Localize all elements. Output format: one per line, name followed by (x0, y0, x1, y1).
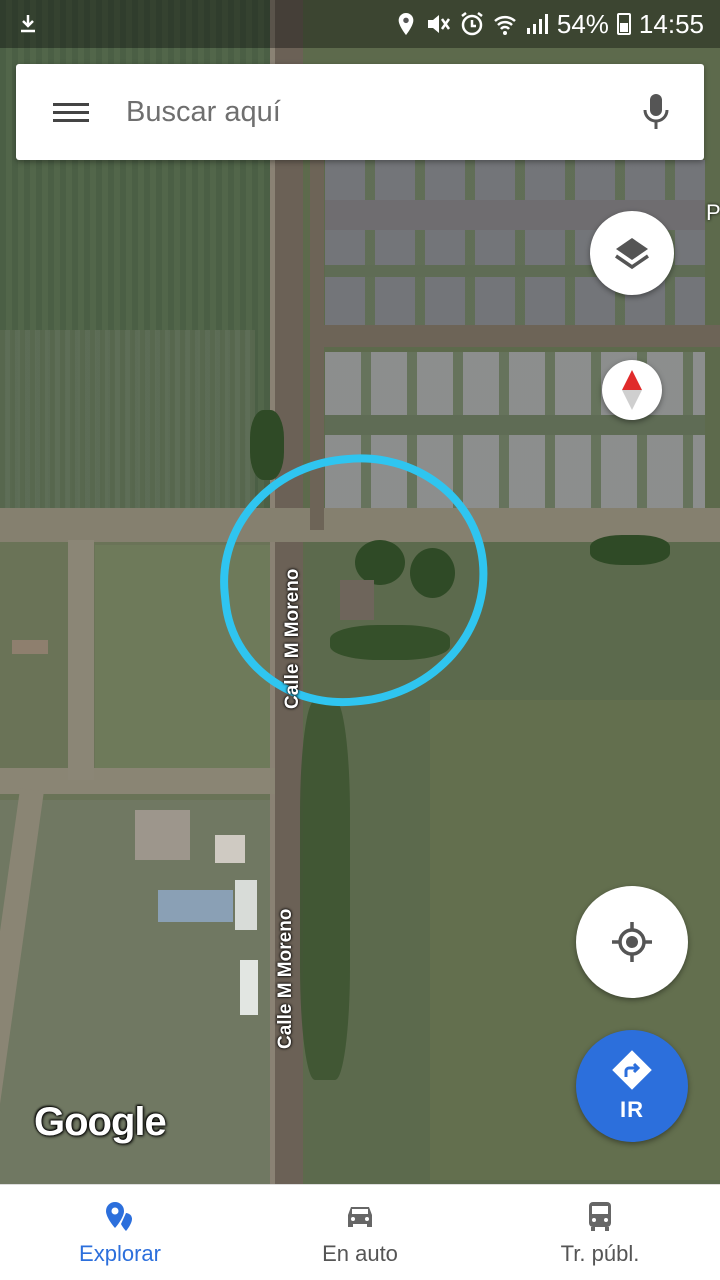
building (135, 810, 190, 860)
road-cross (310, 325, 720, 347)
building (215, 835, 245, 863)
map-label-edge: P (706, 200, 720, 225)
mute-icon (427, 15, 450, 33)
voice-search-button[interactable] (608, 64, 704, 160)
signal-icon (526, 14, 548, 34)
battery-icon (616, 13, 631, 35)
download-icon (21, 15, 35, 33)
go-label: IR (620, 1097, 644, 1122)
status-bar: 54% 14:55 (0, 0, 720, 48)
wifi-icon (494, 16, 516, 35)
compass-button[interactable] (602, 360, 662, 420)
directions-go-button[interactable]: IR (576, 1030, 688, 1142)
tree (590, 535, 670, 565)
my-location-icon (612, 922, 652, 962)
tab-explore[interactable]: Explorar (20, 1199, 220, 1267)
search-input[interactable]: Buscar aquí (126, 96, 608, 129)
satellite-map[interactable]: Calle M Moreno Calle M Moreno P Google (0, 0, 720, 1184)
building (158, 890, 233, 922)
crop-field (0, 330, 255, 510)
explore-pin-icon (106, 1201, 132, 1231)
road-cross (0, 768, 275, 794)
building (235, 880, 257, 930)
alarm-icon (461, 12, 483, 36)
tab-label: Tr. públ. (560, 1240, 640, 1266)
my-location-button[interactable] (576, 886, 688, 998)
layers-icon (615, 238, 649, 270)
hamburger-icon (53, 98, 89, 127)
clock: 14:55 (638, 8, 704, 39)
bus-icon (589, 1201, 611, 1231)
tree (250, 410, 284, 480)
search-bar[interactable]: Buscar aquí (16, 64, 704, 160)
street-label: Calle M Moreno (282, 568, 303, 709)
tab-label: En auto (322, 1240, 398, 1266)
housing-yards (325, 415, 705, 435)
building (240, 960, 258, 1015)
car-icon (348, 1206, 372, 1227)
battery-percent: 54% (556, 8, 609, 39)
menu-button[interactable] (16, 64, 126, 160)
road-side (68, 540, 94, 780)
layers-button[interactable] (590, 211, 674, 295)
street-label: Calle M Moreno (275, 908, 296, 1049)
building (12, 640, 48, 654)
tab-transit[interactable]: Tr. públ. (500, 1199, 700, 1267)
bottom-navigation: Explorar En auto Tr. públ. (0, 1184, 720, 1280)
microphone-icon (643, 94, 669, 129)
location-icon (398, 13, 414, 35)
directions-icon (612, 1050, 652, 1090)
tab-label: Explorar (79, 1240, 161, 1266)
compass-icon (622, 370, 642, 410)
tab-driving[interactable]: En auto (260, 1199, 460, 1267)
google-logo: Google (34, 1100, 167, 1144)
tree-line (300, 700, 350, 1080)
